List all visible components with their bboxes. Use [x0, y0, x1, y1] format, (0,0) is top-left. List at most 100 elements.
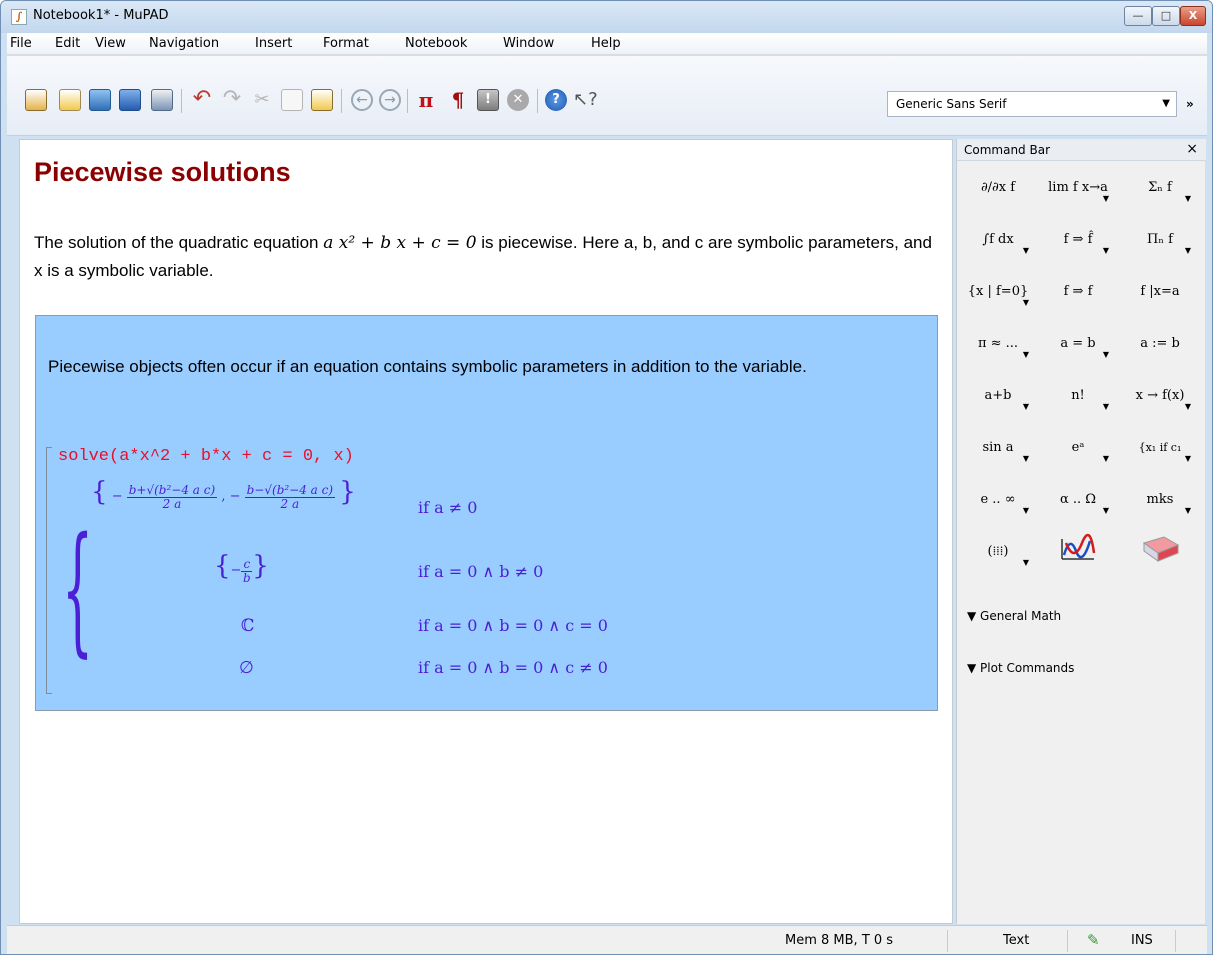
menu-view[interactable]: View	[95, 36, 126, 51]
menu-file[interactable]: File	[10, 36, 32, 51]
stop-icon[interactable]: !	[477, 89, 499, 111]
dropdown-arrow-icon: ▼	[1184, 246, 1191, 255]
evaluate-pi-icon[interactable]: π	[415, 89, 437, 111]
cmd-trig[interactable]: sin a ▼	[963, 429, 1033, 467]
input-command[interactable]: solve(a*x^2 + b*x + c = 0, x)	[58, 447, 354, 466]
pencil-icon: ✎	[1087, 931, 1100, 949]
intro-paragraph[interactable]: The solution of the quadratic equation a…	[34, 229, 934, 284]
back-icon[interactable]: ←	[351, 89, 373, 111]
cmd-equation[interactable]: a = b ▼	[1043, 325, 1113, 363]
copy-icon[interactable]	[281, 89, 303, 111]
maximize-button[interactable]: □	[1152, 6, 1180, 26]
status-separator	[947, 930, 948, 952]
open-icon[interactable]	[89, 89, 111, 111]
menu-notebook[interactable]: Notebook	[405, 36, 467, 51]
cmd-constants[interactable]: e .. ∞ ▼	[963, 481, 1033, 519]
command-bar-panel: Command Bar × ∂/∂x f lim f x→a ▼ Σₙ f ▼ ∫f…	[956, 139, 1206, 924]
cancel-icon[interactable]: ✕	[507, 89, 529, 111]
frac-num: b+√(b²−4 a c)	[126, 482, 218, 498]
dropdown-arrow-icon: ▼	[1022, 558, 1029, 567]
cmd-label: a = b	[1060, 336, 1096, 351]
plot-2d-icon[interactable]	[1043, 533, 1113, 571]
condition-4: if a = 0 ∧ b = 0 ∧ c ≠ 0	[418, 658, 608, 677]
section-general-math[interactable]: ▼ General Math	[967, 609, 1061, 623]
cmd-sum[interactable]: Σₙ f ▼	[1125, 169, 1195, 207]
frac-den: 2 a	[280, 496, 300, 511]
cmd-transform[interactable]: f ⇒ f̂ ▼	[1043, 221, 1113, 259]
cmd-label: a := b	[1140, 336, 1180, 351]
paragraph-icon[interactable]: ¶	[447, 89, 469, 111]
cmd-product[interactable]: Πₙ f ▼	[1125, 221, 1195, 259]
redo-icon[interactable]: ↷	[221, 88, 243, 111]
cmd-function[interactable]: x → f(x) ▼	[1125, 377, 1195, 415]
close-button[interactable]: X	[1180, 6, 1206, 26]
status-separator	[1175, 930, 1176, 952]
frac-den: 2 a	[162, 496, 182, 511]
dropdown-arrow-icon: ▼	[1102, 402, 1109, 411]
print-icon[interactable]	[151, 89, 173, 111]
cmd-label: Πₙ f	[1147, 232, 1173, 247]
cmd-piecewise[interactable]: {x₁ if c₁ ▼	[1125, 429, 1195, 467]
toolbar-separator	[407, 89, 408, 113]
cmd-solve[interactable]: {x | f=0} ▼	[963, 273, 1033, 311]
forward-icon[interactable]: →	[379, 89, 401, 111]
dropdown-arrow-icon: ▼	[1022, 402, 1029, 411]
cmd-label: π ≈ ...	[977, 336, 1019, 351]
section-plot-commands[interactable]: ▼ Plot Commands	[967, 661, 1074, 675]
toolbar-separator	[537, 89, 538, 113]
mupad-app-icon: ∫	[11, 9, 27, 25]
toolbar-overflow-button[interactable]: »	[1186, 97, 1194, 111]
cmd-label: mks	[1146, 492, 1174, 507]
undo-icon[interactable]: ↶	[191, 88, 213, 111]
cmd-float[interactable]: π ≈ ... ▼	[963, 325, 1033, 363]
cmd-factorial[interactable]: n! ▼	[1043, 377, 1113, 415]
cmd-label: {x | f=0}	[967, 284, 1029, 299]
toolbar-separator	[181, 89, 182, 113]
menu-help[interactable]: Help	[591, 36, 621, 51]
cmd-simplify[interactable]: f ⇒ f	[1043, 273, 1113, 311]
menu-edit[interactable]: Edit	[55, 36, 80, 51]
output-case2: {− c b}	[214, 551, 269, 585]
cmd-derivative[interactable]: ∂/∂x f	[963, 169, 1033, 207]
frac-num: b−√(b²−4 a c)	[244, 482, 336, 498]
dropdown-arrow-icon: ▼	[1102, 350, 1109, 359]
cmd-limit[interactable]: lim f x→a ▼	[1043, 169, 1113, 207]
close-icon[interactable]: ×	[1186, 141, 1198, 157]
dropdown-arrow-icon: ▼	[1102, 246, 1109, 255]
cmd-exp[interactable]: eᵃ ▼	[1043, 429, 1113, 467]
condition-3: if a = 0 ∧ b = 0 ∧ c = 0	[418, 616, 608, 635]
cmd-label: e .. ∞	[980, 492, 1016, 507]
minimize-button[interactable]: —	[1124, 6, 1152, 26]
context-help-icon[interactable]: ↖?	[573, 89, 598, 111]
menu-window[interactable]: Window	[503, 36, 554, 51]
plot-3d-graphic	[1142, 536, 1180, 562]
cut-icon[interactable]: ✂	[251, 89, 273, 111]
help-icon[interactable]: ?	[545, 89, 567, 111]
menu-bar: File Edit View Navigation Insert Format …	[7, 33, 1207, 55]
toolbar-separator	[341, 89, 342, 113]
menu-format[interactable]: Format	[323, 36, 369, 51]
cmd-units[interactable]: mks ▼	[1125, 481, 1195, 519]
save-icon[interactable]	[119, 89, 141, 111]
font-family-dropdown[interactable]: Generic Sans Serif ▼	[887, 91, 1177, 117]
cmd-assign[interactable]: a := b	[1125, 325, 1195, 363]
plot-3d-icon[interactable]	[1125, 533, 1195, 571]
cmd-evalat[interactable]: f |x=a	[1125, 273, 1195, 311]
new-document-icon[interactable]	[59, 89, 81, 111]
command-group[interactable]: Piecewise objects often occur if an equa…	[35, 315, 938, 711]
matrix-icon[interactable]: (⁞⁞⁞) ▼	[963, 533, 1033, 571]
menu-insert[interactable]: Insert	[255, 36, 292, 51]
output-case3: ℂ	[241, 616, 255, 636]
cmd-label: α .. Ω	[1059, 492, 1097, 507]
new-notebook-icon[interactable]	[25, 89, 47, 111]
cmd-label: f ⇒ f	[1063, 284, 1093, 299]
cmd-operators[interactable]: a+b ▼	[963, 377, 1033, 415]
cmd-integral[interactable]: ∫f dx ▼	[963, 221, 1033, 259]
dropdown-arrow-icon: ▼	[1184, 506, 1191, 515]
output-case4: ∅	[239, 658, 254, 678]
menu-navigation[interactable]: Navigation	[149, 36, 219, 51]
chevron-down-icon: ▼	[1162, 98, 1170, 109]
cmd-greek[interactable]: α .. Ω ▼	[1043, 481, 1113, 519]
paste-icon[interactable]	[311, 89, 333, 111]
notebook-document[interactable]: Piecewise solutions The solution of the …	[19, 139, 953, 924]
